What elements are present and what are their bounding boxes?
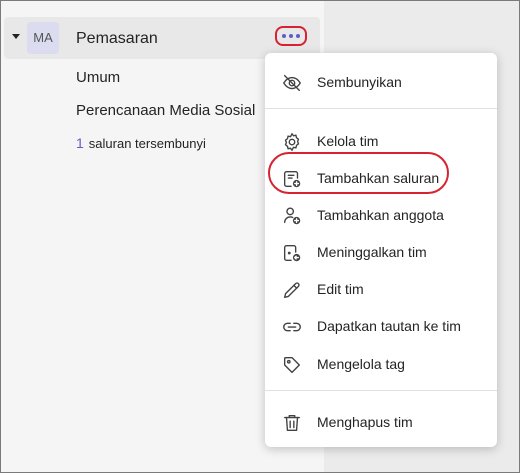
menu-item-label: Sembunyikan [317, 74, 402, 90]
more-dots-icon-3 [296, 34, 300, 38]
menu-item-edit-team[interactable]: Edit tim [265, 272, 497, 306]
menu-item-leave-team[interactable]: Meninggalkan tim [265, 235, 497, 269]
trash-icon [281, 412, 303, 434]
more-options-button[interactable] [275, 26, 307, 46]
menu-item-label: Tambahkan saluran [317, 170, 440, 186]
hidden-channels-link[interactable]: 1 saluran tersembunyi [76, 135, 206, 151]
collapse-caret-icon[interactable] [12, 34, 20, 39]
menu-item-manage-tags[interactable]: Mengelola tag [265, 347, 497, 381]
menu-item-label: Edit tim [317, 281, 364, 297]
menu-item-hide[interactable]: Sembunyikan [265, 65, 497, 99]
team-context-menu: Sembunyikan Kelola tim Tambahkan saluran [265, 53, 497, 447]
menu-item-label: Kelola tim [317, 133, 379, 149]
hidden-channels-count: 1 [76, 135, 84, 151]
menu-divider [265, 390, 497, 391]
menu-item-label: Mengelola tag [317, 356, 405, 372]
leave-team-icon [281, 242, 303, 264]
menu-item-label: Meninggalkan tim [317, 244, 427, 260]
team-name[interactable]: Pemasaran [76, 30, 158, 48]
add-channel-icon [281, 168, 303, 190]
hidden-channels-label: saluran tersembunyi [88, 136, 206, 151]
tag-icon [281, 354, 303, 376]
menu-item-label: Menghapus tim [317, 414, 413, 430]
channel-item-umum[interactable]: Umum [76, 69, 120, 86]
more-dots-icon [282, 34, 286, 38]
menu-item-manage-team[interactable]: Kelola tim [265, 124, 497, 158]
channel-item-social-media[interactable]: Perencanaan Media Sosial [76, 102, 255, 119]
add-member-icon [281, 205, 303, 227]
eye-off-icon [281, 72, 303, 94]
menu-item-delete-team[interactable]: Menghapus tim [265, 405, 497, 439]
menu-item-add-channel[interactable]: Tambahkan saluran [265, 161, 497, 195]
gear-icon [281, 131, 303, 153]
menu-item-label: Tambahkan anggota [317, 207, 444, 223]
team-avatar: MA [27, 22, 59, 54]
menu-item-add-member[interactable]: Tambahkan anggota [265, 198, 497, 232]
menu-item-label: Dapatkan tautan ke tim [317, 318, 461, 334]
menu-item-get-link[interactable]: Dapatkan tautan ke tim [265, 309, 497, 343]
menu-divider [265, 108, 497, 109]
link-icon [281, 316, 303, 338]
pencil-icon [281, 279, 303, 301]
more-dots-icon-2 [289, 34, 293, 38]
